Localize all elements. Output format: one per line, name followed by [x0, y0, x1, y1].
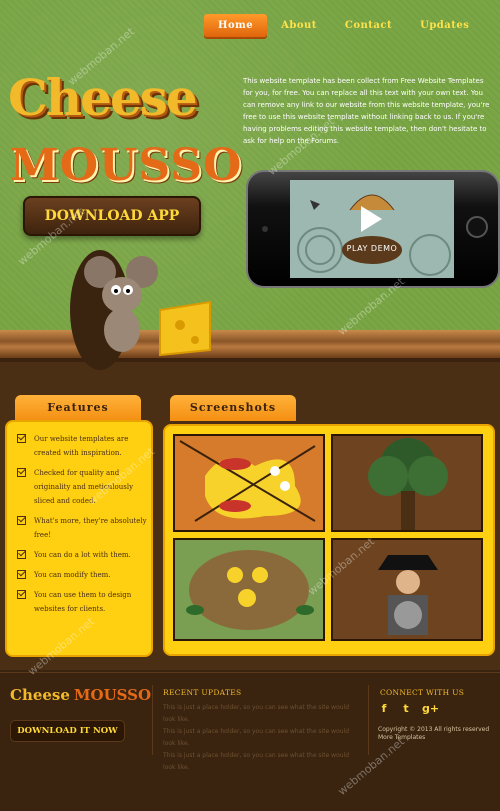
- download-app-button[interactable]: DOWNLOAD APP: [23, 196, 201, 236]
- play-demo-label[interactable]: PLAY DEMO: [290, 244, 454, 253]
- phone-home-button: [466, 216, 488, 238]
- screenshot-thumbnail[interactable]: [173, 434, 325, 532]
- social-links: f t g+: [378, 703, 440, 715]
- logo-mousso: MOUSSO: [10, 140, 243, 191]
- feature-item: What's more, they're absolutely free!: [17, 514, 147, 542]
- phone-camera: [262, 226, 268, 232]
- tab-screenshots[interactable]: Screenshots: [170, 395, 296, 421]
- tab-features[interactable]: Features: [15, 395, 141, 421]
- google-plus-icon[interactable]: g+: [422, 703, 439, 715]
- footer-logo-mousso: MOUSSO: [73, 686, 152, 704]
- main-nav: Home About Contact Updates: [204, 14, 483, 37]
- check-icon: [17, 570, 26, 579]
- intro-text: This website template has been collect f…: [243, 77, 490, 145]
- check-icon: [17, 590, 26, 599]
- phone-mockup: PLAY DEMO: [246, 170, 500, 288]
- feature-item: You can do a lot with them.: [17, 548, 147, 562]
- feature-item: You can modify them.: [17, 568, 147, 582]
- update-link[interactable]: This is just a place holder, so you can …: [163, 702, 363, 726]
- check-icon: [17, 516, 26, 525]
- check-icon: [17, 550, 26, 559]
- connect-title: CONNECT WITH US: [380, 688, 465, 697]
- feature-item: You can use them to design websites for …: [17, 588, 147, 616]
- nav-about[interactable]: About: [267, 14, 331, 37]
- update-link[interactable]: This is just a place holder, so you can …: [163, 726, 363, 750]
- screenshot-thumbnail[interactable]: [173, 538, 325, 641]
- logo-cheese: Cheese: [8, 68, 198, 127]
- check-icon: [17, 434, 26, 443]
- copyright: Copyright © 2013 All rights reserved Mor…: [378, 726, 490, 741]
- footer-separator: [152, 685, 153, 755]
- play-icon[interactable]: [352, 202, 386, 236]
- twitter-icon[interactable]: t: [400, 703, 412, 715]
- footer-logo[interactable]: Cheese MOUSSO: [10, 686, 151, 704]
- mouse-cheese-illustration: [70, 250, 211, 370]
- footer-divider: [0, 672, 500, 673]
- features-panel: Our website templates are created with i…: [5, 420, 153, 657]
- phone-screen: PLAY DEMO: [290, 180, 454, 278]
- facebook-icon[interactable]: f: [378, 703, 390, 715]
- recent-updates-list: This is just a place holder, so you can …: [163, 702, 363, 774]
- screenshot-thumbnail[interactable]: [331, 434, 483, 532]
- screenshot-thumbnail[interactable]: [331, 538, 483, 641]
- download-it-now-button[interactable]: DOWNLOAD IT NOW: [10, 720, 125, 742]
- update-link[interactable]: This is just a place holder, so you can …: [163, 750, 363, 774]
- footer-separator: [368, 685, 369, 755]
- feature-item: Checked for quality and originality and …: [17, 466, 147, 508]
- nav-home[interactable]: Home: [204, 14, 268, 37]
- recent-updates-title: RECENT UPDATES: [163, 688, 242, 697]
- feature-item: Our website templates are created with i…: [17, 432, 147, 460]
- screenshots-panel: [163, 424, 495, 656]
- nav-updates[interactable]: Updates: [406, 14, 483, 37]
- screenshot-grid: [173, 434, 483, 641]
- nav-contact[interactable]: Contact: [331, 14, 406, 37]
- footer-logo-cheese: Cheese: [10, 686, 70, 704]
- check-icon: [17, 468, 26, 477]
- features-list: Our website templates are created with i…: [7, 422, 151, 616]
